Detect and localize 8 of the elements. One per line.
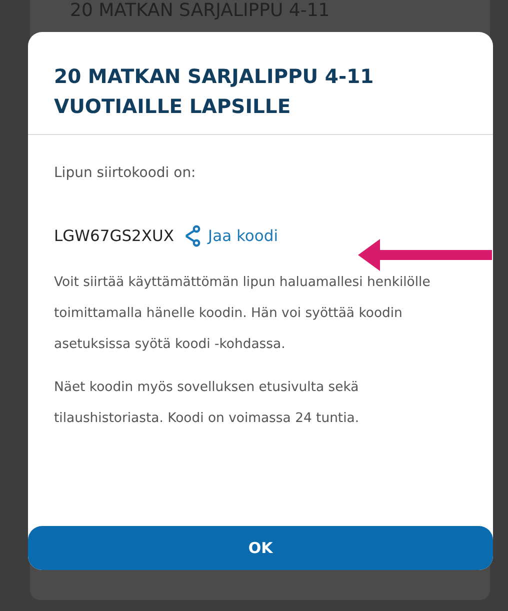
ok-button[interactable]: OK bbox=[28, 526, 493, 570]
info-paragraph: Näet koodin myös sovelluksen etusivulta sekä tilaushistoriasta. Koodi on voimassa 24 tuntia. bbox=[54, 379, 360, 428]
dialog-title: 20 MATKAN SARJALIPPU 4-11 VUOTIAILLE LAPSILLE bbox=[54, 64, 375, 120]
info-paragraph: Voit siirtää käyttämättömän lipun haluamallesi henkilölle toimittamalla hänelle koodin. Hän voi syöttää koodin asetuksissa syötä koodi -kohdassa. bbox=[54, 274, 432, 354]
share-code-link[interactable]: Jaa koodi bbox=[208, 227, 278, 245]
pointer-arrow-icon bbox=[358, 238, 492, 272]
transfer-code: LGW67GS2XUX bbox=[54, 227, 174, 245]
code-label: Lipun siirtokoodi on: bbox=[54, 165, 197, 181]
